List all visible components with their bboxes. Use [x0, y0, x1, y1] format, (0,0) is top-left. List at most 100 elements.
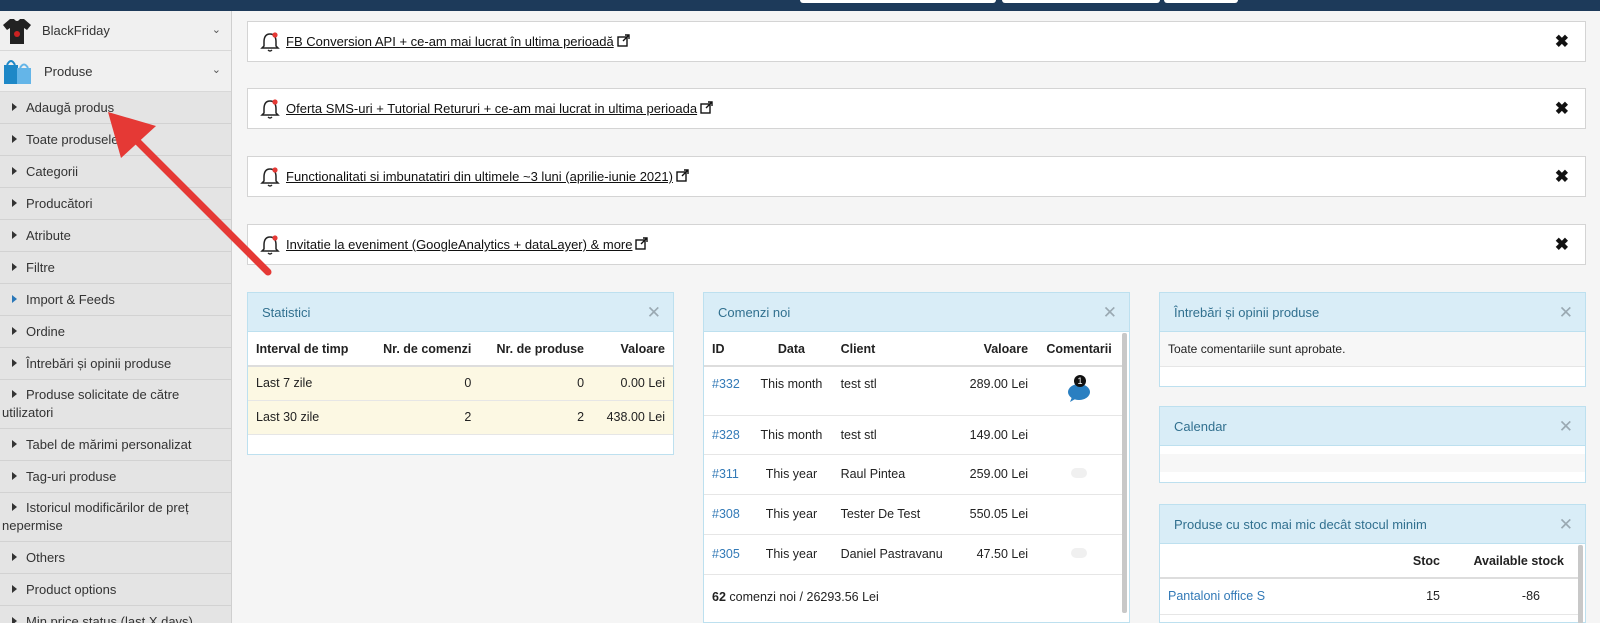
caret-right-icon [12, 440, 17, 448]
external-link-icon [700, 101, 713, 114]
sidebar-item-ordine[interactable]: Ordine [0, 316, 231, 348]
sidebar-item-categorii[interactable]: Categorii [0, 156, 231, 188]
sidebar-item-label: Toate produsele [26, 132, 119, 147]
close-icon[interactable]: ✕ [1559, 515, 1573, 535]
table-cell: 438.00 Lei [592, 400, 673, 435]
column-header: Valoare [957, 332, 1037, 367]
table-cell: -86 [1448, 578, 1578, 615]
sidebar-item-import-feeds[interactable]: Import & Feeds [0, 284, 231, 316]
table-cell: 0 [479, 366, 593, 401]
comment-bubble-icon[interactable] [1071, 468, 1088, 478]
sidebar-item-producatori[interactable]: Producători [0, 188, 231, 220]
notification-link[interactable]: Functionalitati si imbunatatiri din ulti… [286, 169, 689, 184]
caret-right-icon [12, 359, 17, 367]
close-icon[interactable]: ✕ [1559, 303, 1573, 323]
sidebar-item-min-price-status[interactable]: Min price status (last X days) [0, 606, 231, 623]
table-cell: Last 30 zile [248, 400, 366, 435]
table-cell: Raul Pintea [832, 454, 958, 495]
sidebar-item-intrebari[interactable]: Întrebări și opinii produse [0, 348, 231, 380]
sidebar-item-label: Ordine [26, 324, 66, 339]
bell-icon [260, 166, 280, 187]
sidebar-item-label: Filtre [26, 260, 55, 275]
table-row: Last 7 zile 0 0 0.00 Lei [248, 366, 673, 401]
sidebar-menu-produse[interactable]: Produse ⌄ [0, 51, 231, 92]
column-header: ID [704, 332, 751, 367]
questions-message: Toate comentariile sunt aprobate. [1160, 332, 1585, 367]
order-link[interactable]: #332 [712, 377, 740, 391]
comment-bubble-icon[interactable]: 1 [1066, 375, 1092, 403]
sidebar-item-toate-produsele[interactable]: Toate produsele [0, 124, 231, 156]
sidebar-item-label: Import & Feeds [26, 292, 115, 307]
notification-bar: Oferta SMS-uri + Tutorial Retururi + ce-… [247, 88, 1586, 129]
low-stock-table: Stoc Available stock Pantaloni office S … [1160, 544, 1578, 615]
sidebar-item-product-options[interactable]: Product options [0, 574, 231, 606]
table-cell: 0.00 Lei [592, 366, 673, 401]
order-link[interactable]: #311 [712, 467, 739, 481]
notification-link[interactable]: Oferta SMS-uri + Tutorial Retururi + ce-… [286, 101, 713, 116]
low-stock-scrollbar[interactable] [1578, 545, 1583, 623]
top-select[interactable] [1002, 0, 1160, 3]
table-row: Pantaloni office S 15 -86 [1160, 578, 1578, 615]
sidebar-item-label: Producători [26, 196, 93, 211]
table-cell: 289.00 Lei [957, 366, 1037, 416]
panel-title: Produse cu stoc mai mic decât stocul min… [1174, 516, 1427, 532]
close-icon[interactable]: ✖ [1555, 167, 1569, 187]
table-cell [1036, 415, 1122, 455]
sidebar-item-label: Others [26, 550, 66, 565]
table-cell: 149.00 Lei [957, 415, 1037, 455]
sidebar-item-others[interactable]: Others [0, 542, 231, 574]
panel-header: Întrebări și opinii produse ✕ [1160, 293, 1585, 332]
close-icon[interactable]: ✖ [1555, 235, 1569, 255]
table-cell: 47.50 Lei [957, 534, 1037, 575]
table-cell [1036, 494, 1122, 535]
comment-bubble-icon[interactable] [1071, 548, 1088, 558]
panel-header: Statistici ✕ [248, 293, 673, 332]
order-link[interactable]: #305 [712, 547, 740, 561]
order-link[interactable]: #328 [712, 428, 740, 442]
top-button[interactable] [1164, 0, 1238, 3]
product-link[interactable]: Pantaloni office S [1168, 589, 1265, 603]
table-cell: 0 [365, 366, 480, 401]
chevron-down-icon: ⌄ [211, 64, 221, 76]
notification-link[interactable]: Invitatie la eveniment (GoogleAnalytics … [286, 237, 649, 252]
external-link-icon [616, 34, 630, 47]
sidebar-item-atribute[interactable]: Atribute [0, 220, 231, 252]
table-row: Last 30 zile 2 2 438.00 Lei [248, 400, 673, 435]
close-icon[interactable]: ✕ [1103, 303, 1117, 323]
table-cell: This year [750, 454, 833, 495]
notification-link[interactable]: FB Conversion API + ce-am mai lucrat în … [286, 34, 630, 49]
caret-right-icon [12, 199, 17, 207]
column-header: Data [750, 332, 833, 367]
sidebar-item-tabel-marimi[interactable]: Tabel de mărimi personalizat [0, 429, 231, 461]
sidebar-item-label: Adaugă produs [26, 100, 115, 115]
column-header: Interval de timp [248, 332, 366, 367]
sidebar-item-label: Product options [26, 582, 117, 597]
table-cell: This month [750, 366, 833, 416]
order-link[interactable]: #308 [712, 507, 740, 521]
stats-panel: Statistici ✕ Interval de timp Nr. de com… [247, 292, 674, 455]
column-header: Nr. de comenzi [365, 332, 480, 367]
sidebar-item-filtre[interactable]: Filtre [0, 252, 231, 284]
table-cell: 1 [1036, 366, 1122, 416]
top-search-input[interactable] [800, 0, 996, 3]
sidebar-menu-blackfriday[interactable]: BlackFriday ⌄ [0, 11, 231, 51]
caret-right-icon [12, 295, 17, 303]
calendar-panel: Calendar ✕ [1159, 406, 1586, 483]
stats-table: Interval de timp Nr. de comenzi Nr. de p… [248, 332, 673, 435]
orders-scrollbar[interactable] [1122, 333, 1127, 613]
column-header: Valoare [592, 332, 673, 367]
sidebar-item-label: Produse solicitate de către utilizatori [2, 387, 180, 420]
sidebar-item-tag-uri[interactable]: Tag-uri produse [0, 461, 231, 493]
sidebar-item-produse-solicitate[interactable]: Produse solicitate de către utilizatori [0, 380, 231, 429]
close-icon[interactable]: ✕ [1559, 417, 1573, 437]
caret-right-icon [12, 167, 17, 175]
close-icon[interactable]: ✖ [1555, 99, 1569, 119]
column-header: Stoc [1358, 544, 1448, 579]
close-icon[interactable]: ✕ [647, 303, 661, 323]
close-icon[interactable]: ✖ [1555, 32, 1569, 52]
orders-table: ID Data Client Valoare Comentarii #332 T… [704, 332, 1122, 575]
caret-right-icon [12, 553, 17, 561]
sidebar-item-istoric-preturi[interactable]: Istoricul modificărilor de preț nepermis… [0, 493, 231, 542]
sidebar-item-adauga-produs[interactable]: Adaugă produs [0, 92, 231, 124]
notification-text: Oferta SMS-uri + Tutorial Retururi + ce-… [286, 101, 698, 116]
